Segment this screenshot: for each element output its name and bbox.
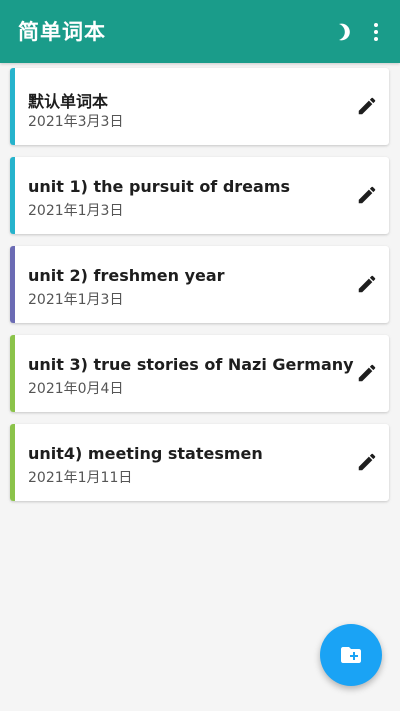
- edit-button[interactable]: [355, 450, 379, 474]
- app-bar: 简单词本: [0, 0, 400, 63]
- wordbook-date: 2021年1月11日: [28, 470, 133, 486]
- edit-button[interactable]: [355, 183, 379, 207]
- app-title: 简单词本: [18, 20, 106, 44]
- edit-button[interactable]: [355, 272, 379, 296]
- pencil-icon: [358, 275, 376, 293]
- theme-toggle-button[interactable]: [332, 20, 356, 44]
- card-color-stripe: [10, 424, 15, 501]
- wordbook-date: 2021年1月3日: [28, 203, 124, 219]
- edit-button[interactable]: [355, 361, 379, 385]
- wordbook-card[interactable]: unit 3) true stories of Nazi Germany 202…: [10, 335, 389, 412]
- wordbook-card[interactable]: unit4) meeting statesmen 2021年1月11日: [10, 424, 389, 501]
- wordbook-card[interactable]: 默认单词本 2021年3月3日: [10, 68, 389, 145]
- more-vert-icon: [374, 23, 378, 41]
- wordbook-date: 2021年3月3日: [28, 114, 124, 130]
- moon-icon: [339, 23, 350, 41]
- add-wordbook-button[interactable]: [320, 624, 382, 686]
- wordbook-card[interactable]: unit 2) freshmen year 2021年1月3日: [10, 246, 389, 323]
- create-new-folder-icon: [341, 647, 361, 663]
- wordbook-date: 2021年0月4日: [28, 381, 124, 397]
- wordbook-list: 默认单词本 2021年3月3日 unit 1) the pursuit of d…: [10, 68, 389, 513]
- wordbook-title: unit4) meeting statesmen: [28, 444, 263, 463]
- wordbook-date: 2021年1月3日: [28, 292, 124, 308]
- pencil-icon: [358, 186, 376, 204]
- pencil-icon: [358, 97, 376, 115]
- wordbook-title: unit 1) the pursuit of dreams: [28, 177, 291, 196]
- card-color-stripe: [10, 335, 15, 412]
- card-color-stripe: [10, 157, 15, 234]
- pencil-icon: [358, 364, 376, 382]
- card-color-stripe: [10, 68, 15, 145]
- wordbook-title: unit 2) freshmen year: [28, 266, 225, 285]
- edit-button[interactable]: [355, 94, 379, 118]
- wordbook-title: unit 3) true stories of Nazi Germany: [28, 355, 354, 374]
- wordbook-title: 默认单词本: [28, 92, 109, 111]
- wordbook-card[interactable]: unit 1) the pursuit of dreams 2021年1月3日: [10, 157, 389, 234]
- overflow-menu-button[interactable]: [364, 20, 388, 44]
- pencil-icon: [358, 453, 376, 471]
- card-color-stripe: [10, 246, 15, 323]
